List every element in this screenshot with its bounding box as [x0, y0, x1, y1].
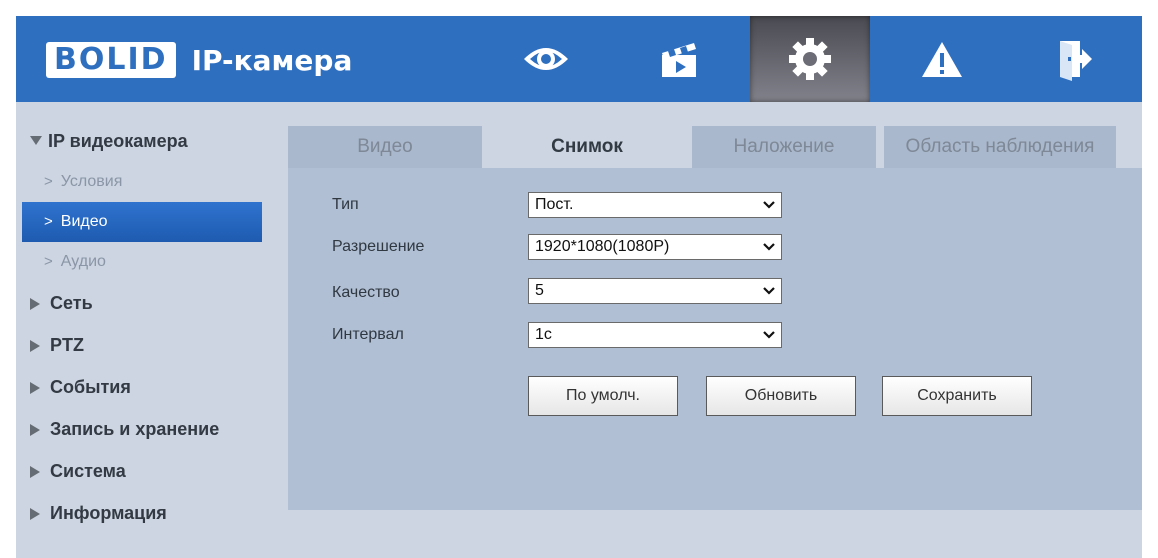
sidebar-subitem-label: Условия	[60, 173, 123, 190]
tab-video[interactable]: Видео	[288, 126, 482, 168]
sidebar-item-ip-camera[interactable]: IP видеокамера	[22, 120, 284, 162]
sidebar-item-events[interactable]: События	[22, 366, 284, 408]
logo: BOLID IP-камера	[46, 42, 352, 78]
type-select-value: Пост.	[535, 196, 574, 213]
chevron-down-icon	[763, 201, 775, 209]
live-view-button[interactable]	[486, 16, 606, 102]
playback-button[interactable]	[618, 16, 738, 102]
warning-icon	[922, 42, 962, 77]
refresh-button[interactable]: Обновить	[706, 376, 856, 416]
logout-button[interactable]	[1014, 16, 1134, 102]
settings-button[interactable]	[750, 16, 870, 102]
sidebar-subitem-label: Аудио	[60, 253, 106, 270]
tab-surveillance-area[interactable]: Область наблюдения	[884, 126, 1116, 168]
chevron-right-icon: >	[44, 213, 53, 230]
type-select[interactable]: Пост.	[528, 192, 782, 218]
sidebar-item-system[interactable]: Система	[22, 450, 284, 492]
snapshot-settings-panel: Тип Пост. Разрешение 1920*1080(1080P) Ка…	[288, 168, 1142, 510]
type-label: Тип	[332, 196, 359, 213]
interval-select[interactable]: 1с	[528, 322, 782, 348]
sidebar-item-label: PTZ	[50, 335, 84, 355]
sidebar-subitem-conditions[interactable]: > Условия	[22, 162, 284, 202]
sidebar: IP видеокамера > Условия > Видео > Аудио Се…	[22, 120, 284, 534]
triangle-right-icon	[30, 298, 40, 311]
tab-overlay[interactable]: Наложение	[692, 126, 876, 168]
sidebar-item-label: Информация	[50, 503, 167, 523]
header-bar: BOLID IP-камера	[16, 16, 1142, 102]
tab-snapshot[interactable]: Снимок	[490, 126, 684, 168]
triangle-right-icon	[30, 340, 40, 353]
triangle-down-icon	[30, 136, 42, 146]
chevron-right-icon: >	[44, 173, 53, 190]
interval-label: Интервал	[332, 326, 404, 343]
brand-logo: BOLID	[46, 42, 176, 78]
product-title: IP-камера	[191, 43, 353, 77]
chevron-down-icon	[763, 243, 775, 251]
sidebar-item-label: Сеть	[50, 293, 93, 313]
chevron-down-icon	[763, 331, 775, 339]
sidebar-item-label: Система	[50, 461, 126, 481]
sidebar-item-label: IP видеокамера	[48, 131, 188, 151]
sidebar-subitem-label: Видео	[60, 213, 108, 230]
resolution-label: Разрешение	[332, 238, 425, 255]
chevron-down-icon	[763, 287, 775, 295]
sidebar-item-label: События	[50, 377, 131, 397]
alarm-button[interactable]	[882, 16, 1002, 102]
logout-icon	[1060, 41, 1092, 81]
sidebar-item-storage[interactable]: Запись и хранение	[22, 408, 284, 450]
eye-icon	[524, 48, 568, 70]
triangle-right-icon	[30, 382, 40, 395]
resolution-select[interactable]: 1920*1080(1080P)	[528, 234, 782, 260]
quality-label: Качество	[332, 284, 400, 301]
sidebar-item-label: Запись и хранение	[50, 419, 220, 439]
triangle-right-icon	[30, 466, 40, 479]
sidebar-subitem-audio[interactable]: > Аудио	[22, 242, 284, 282]
quality-select-value: 5	[535, 282, 544, 299]
sidebar-item-info[interactable]: Информация	[22, 492, 284, 534]
clapperboard-icon	[662, 43, 696, 77]
triangle-right-icon	[30, 424, 40, 437]
interval-select-value: 1с	[535, 326, 552, 343]
gear-icon	[789, 38, 831, 80]
quality-select[interactable]: 5	[528, 278, 782, 304]
sidebar-item-ptz[interactable]: PTZ	[22, 324, 284, 366]
save-button[interactable]: Сохранить	[882, 376, 1032, 416]
resolution-select-value: 1920*1080(1080P)	[535, 238, 670, 255]
chevron-right-icon: >	[44, 253, 53, 270]
sidebar-item-network[interactable]: Сеть	[22, 282, 284, 324]
sidebar-subitem-video[interactable]: > Видео	[22, 202, 262, 242]
default-button[interactable]: По умолч.	[528, 376, 678, 416]
triangle-right-icon	[30, 508, 40, 521]
